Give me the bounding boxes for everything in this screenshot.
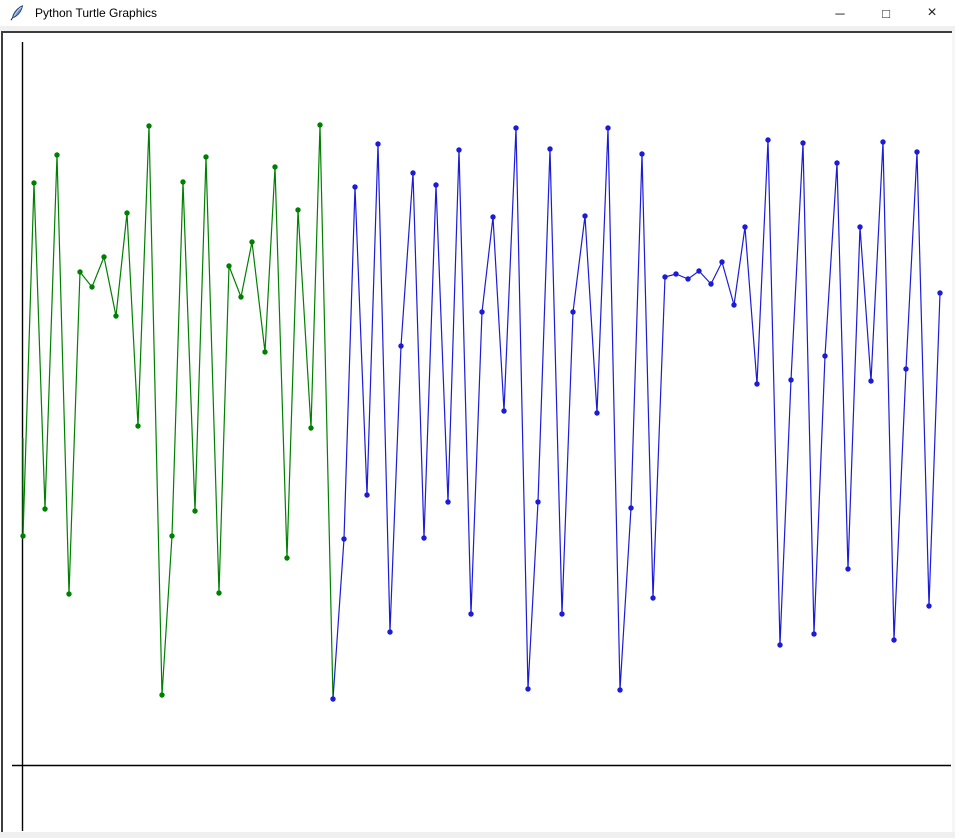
close-button[interactable]: × — [909, 0, 955, 26]
minimize-icon: ─ — [835, 7, 844, 20]
minimize-button[interactable]: ─ — [817, 0, 863, 26]
close-icon: × — [927, 5, 936, 21]
titlebar[interactable]: Python Turtle Graphics ─ □ × — [0, 0, 955, 26]
turtle-graphics-window: Python Turtle Graphics ─ □ × — [0, 0, 955, 838]
window-controls: ─ □ × — [817, 0, 955, 26]
window-title: Python Turtle Graphics — [35, 6, 157, 20]
turtle-canvas — [0, 30, 955, 838]
tk-feather-icon — [9, 5, 25, 21]
maximize-icon: □ — [882, 7, 890, 20]
canvas-border-left — [1, 31, 3, 832]
maximize-button[interactable]: □ — [863, 0, 909, 26]
canvas-border-bottom — [0, 832, 955, 838]
canvas-border-top — [1, 31, 954, 33]
